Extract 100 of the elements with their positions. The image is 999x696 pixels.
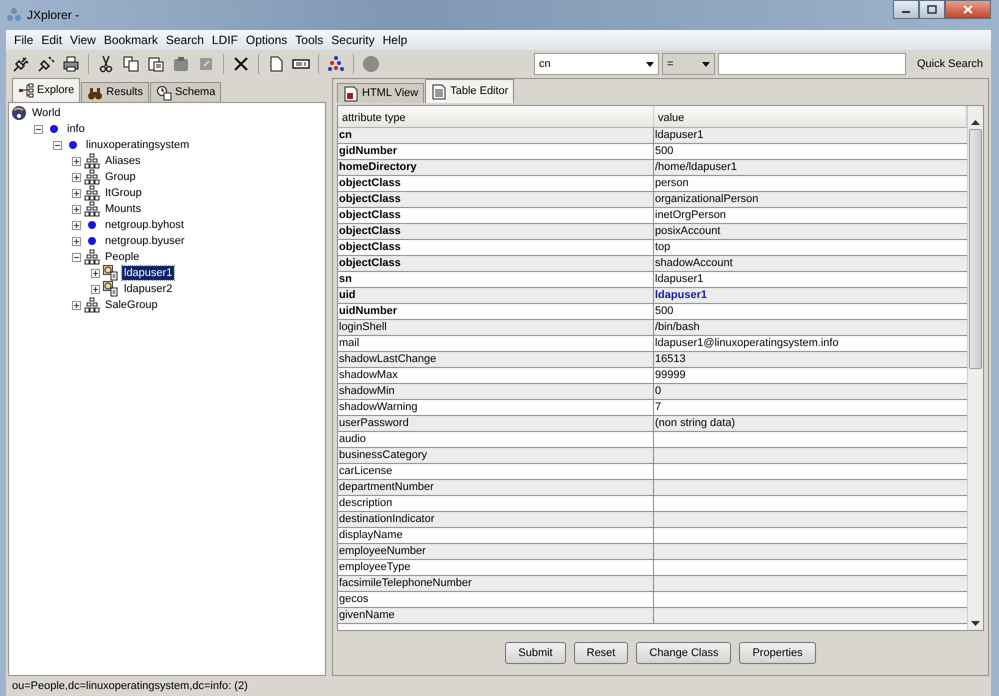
tree-item[interactable]: People [103, 250, 142, 264]
tree-item[interactable]: ItGroup [103, 186, 144, 200]
org-chart-icon [84, 185, 100, 201]
table-cell[interactable]: 7 [654, 400, 967, 415]
expand-icon[interactable] [91, 268, 100, 278]
table-cell[interactable]: ldapuser1 [654, 288, 967, 303]
scroll-up-icon[interactable] [971, 120, 980, 125]
table-cell[interactable]: ldapuser1 [654, 272, 967, 287]
column-header[interactable]: attribute type [338, 106, 654, 127]
tree-item[interactable]: netgroup.byuser [103, 234, 186, 248]
expand-icon[interactable] [72, 300, 81, 310]
action-button[interactable]: Submit [505, 642, 566, 664]
disconnect-icon[interactable] [36, 54, 56, 74]
tree-item[interactable]: Aliases [103, 154, 142, 168]
table-cell[interactable]: organizationalPerson [654, 192, 967, 207]
table-cell[interactable]: inetOrgPerson [654, 208, 967, 223]
operator-dropdown[interactable]: = [662, 53, 715, 75]
table-cell: objectClass [338, 256, 654, 271]
table-cell[interactable]: shadowAccount [654, 256, 967, 271]
expand-icon[interactable] [72, 172, 81, 182]
expand-icon[interactable] [72, 188, 81, 198]
copy-icon[interactable] [121, 54, 141, 74]
org-chart-icon [84, 169, 100, 185]
table-cell[interactable]: person [654, 176, 967, 191]
table-cell: homeDirectory [338, 160, 654, 175]
tree-item[interactable]: linuxoperatingsystem [84, 138, 192, 152]
table-cell[interactable]: 99999 [654, 368, 967, 383]
collapse-icon[interactable] [34, 124, 43, 134]
table-cell: cn [338, 128, 654, 143]
table-cell[interactable]: 500 [654, 304, 967, 319]
tree-item[interactable]: Mounts [103, 202, 144, 216]
tree-item[interactable]: netgroup.byhost [103, 218, 186, 232]
table-cell: loginShell [338, 320, 654, 335]
collapse-icon[interactable] [53, 140, 62, 150]
minimize-button[interactable] [893, 0, 919, 19]
menu-item[interactable]: Tools [291, 31, 328, 49]
menu-item[interactable]: View [66, 31, 100, 49]
table-cell: facsimileTelephoneNumber [338, 576, 654, 591]
org-chart-icon [84, 153, 100, 169]
table-cell[interactable]: posixAccount [654, 224, 967, 239]
expand-icon[interactable] [72, 204, 81, 214]
table-cell: uidNumber [338, 304, 654, 319]
table-cell[interactable]: ldapuser1@linuxoperatingsystem.info [654, 336, 967, 351]
quick-search-button[interactable]: Quick Search [908, 56, 991, 72]
action-button[interactable]: Reset [574, 642, 628, 664]
tree-item[interactable]: World [30, 106, 63, 120]
printer-icon[interactable] [61, 54, 81, 74]
expand-icon[interactable] [72, 220, 81, 230]
table-cell[interactable]: 16513 [654, 352, 967, 367]
collapse-icon[interactable] [72, 252, 81, 262]
org-chart-icon [84, 297, 100, 313]
menu-item[interactable]: Help [378, 31, 412, 49]
tab[interactable]: Table Editor [425, 79, 514, 103]
tree-item[interactable]: info [65, 122, 87, 136]
tree-item[interactable]: SaleGroup [103, 298, 160, 312]
table-cell: description [338, 496, 654, 511]
table-cell[interactable]: /home/ldapuser1 [654, 160, 967, 175]
close-icon [963, 5, 973, 14]
tree-item[interactable]: ldapuser2 [122, 282, 174, 296]
table-cell[interactable]: (non string data) [654, 416, 967, 431]
tree-item[interactable]: Group [103, 170, 138, 184]
org-chart-icon [84, 201, 100, 217]
table-cell[interactable]: 0 [654, 384, 967, 399]
table-cell[interactable]: /bin/bash [654, 320, 967, 335]
table-cell: objectClass [338, 224, 654, 239]
tab[interactable]: HTML View [337, 83, 424, 103]
tab[interactable]: Schema [150, 82, 222, 102]
menu-item[interactable]: File [10, 31, 38, 49]
search-field[interactable] [718, 53, 906, 75]
tab[interactable]: Results [81, 82, 149, 102]
menu-item[interactable]: Options [242, 31, 292, 49]
maximize-button[interactable] [919, 0, 945, 19]
action-button[interactable]: Properties [739, 642, 816, 664]
table-cell[interactable]: ldapuser1 [654, 128, 967, 143]
expand-icon[interactable] [72, 236, 81, 246]
clipboard-icon[interactable] [171, 54, 191, 74]
app-icon [6, 7, 22, 23]
action-button[interactable]: Change Class [636, 642, 732, 664]
scroll-down-icon[interactable] [971, 621, 980, 626]
menu-item[interactable]: Bookmark [100, 31, 162, 49]
maximize-icon [927, 5, 937, 14]
close-button[interactable] [945, 0, 991, 19]
molecule-icon[interactable] [326, 54, 346, 74]
table-cell: objectClass [338, 192, 654, 207]
menu-item[interactable]: Security [327, 31, 379, 49]
table-cell[interactable]: 500 [654, 144, 967, 159]
menu-item[interactable]: Search [162, 31, 208, 49]
tab[interactable]: Explore [12, 78, 80, 102]
table-cell: shadowMin [338, 384, 654, 399]
scrollbar[interactable] [967, 106, 983, 630]
attribute-dropdown[interactable]: cn [534, 53, 659, 75]
table-cell: departmentNumber [338, 480, 654, 495]
table-cell: sn [338, 272, 654, 287]
menu-item[interactable]: LDIF [208, 31, 242, 49]
table-cell[interactable]: top [654, 240, 967, 255]
expand-icon[interactable] [91, 284, 100, 294]
table-cell: carLicense [338, 464, 654, 479]
expand-icon[interactable] [72, 156, 81, 166]
menu-item[interactable]: Edit [37, 31, 66, 49]
tree-item[interactable]: ldapuser1 [122, 266, 174, 280]
